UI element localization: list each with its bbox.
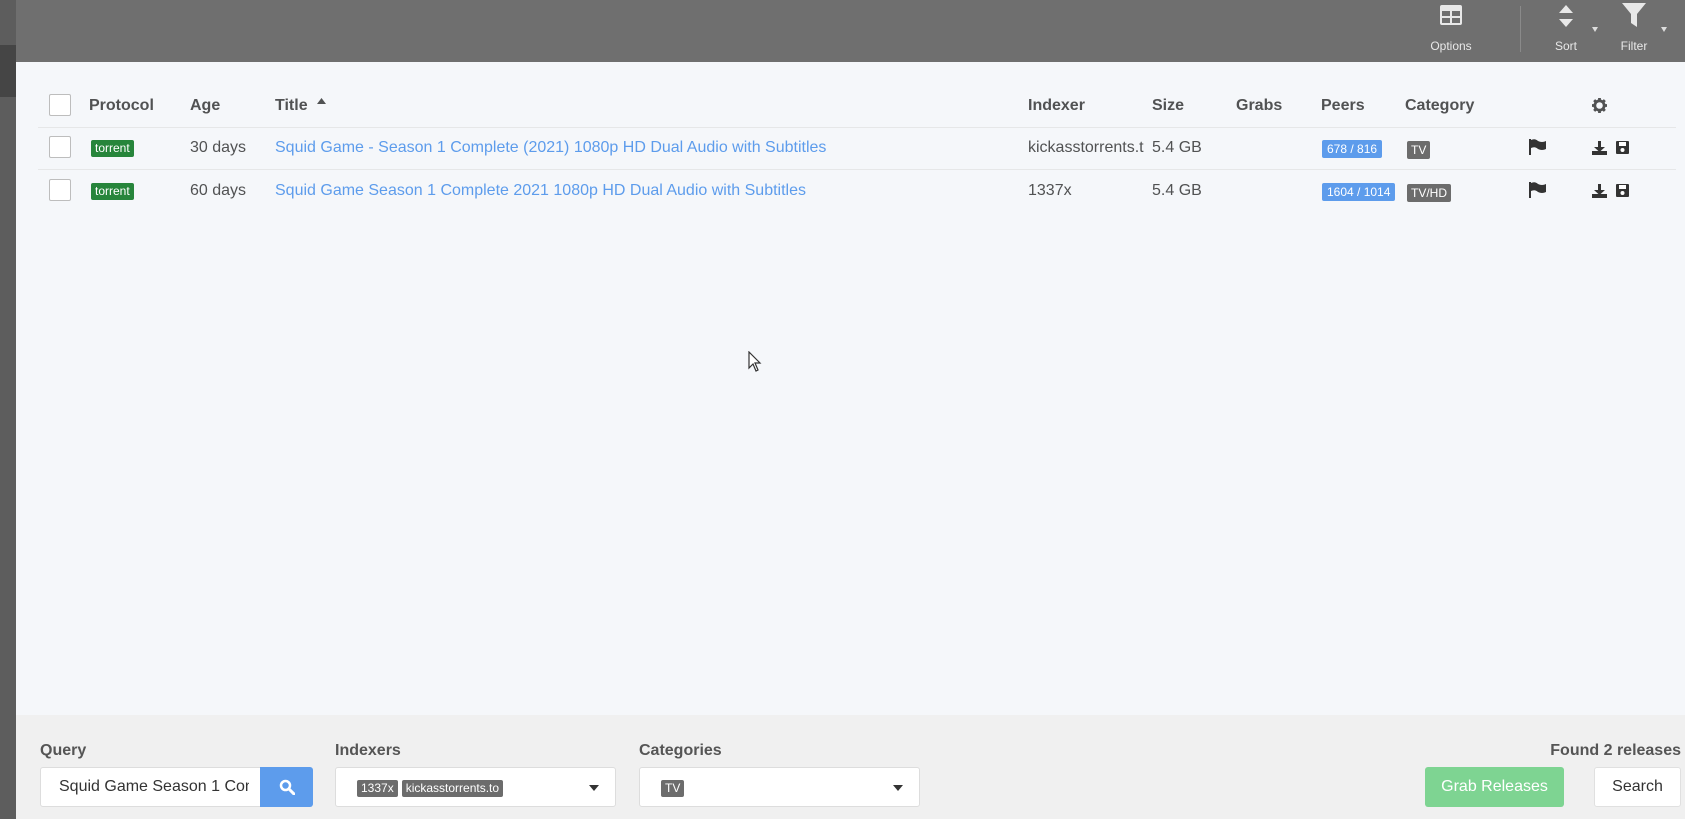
options-label: Options	[1430, 39, 1472, 53]
categories-select[interactable]: TV	[639, 767, 920, 807]
peers-badge: 1604 / 1014	[1322, 183, 1396, 201]
report-flag-icon[interactable]	[1529, 182, 1546, 198]
table-options-icon	[1440, 5, 1462, 25]
row-checkbox[interactable]	[49, 136, 71, 158]
protocol-badge: torrent	[91, 183, 134, 200]
indexers-chevron-down-icon	[589, 785, 599, 791]
row-size: 5.4 GB	[1152, 139, 1202, 156]
header-age[interactable]: Age	[190, 97, 220, 115]
row-indexer: 1337x	[1028, 182, 1072, 199]
page-toolbar: Options Sort Filter	[16, 0, 1685, 62]
row-age: 60 days	[190, 182, 247, 199]
sort-icon	[1559, 5, 1573, 27]
save-icon[interactable]	[1616, 141, 1629, 154]
sidebar-active-marker	[0, 45, 16, 97]
header-category[interactable]: Category	[1405, 97, 1474, 115]
categories-chevron-down-icon	[893, 785, 903, 791]
download-icon[interactable]	[1592, 141, 1607, 155]
header-grabs[interactable]: Grabs	[1236, 97, 1282, 115]
query-label: Query	[40, 742, 87, 759]
category-chip: TV	[661, 780, 685, 797]
header-indexer[interactable]: Indexer	[1028, 97, 1085, 115]
header-peers[interactable]: Peers	[1321, 97, 1365, 115]
search-footer: Query Squid Game Season 1 Complete Index…	[16, 715, 1685, 819]
options-button[interactable]: Options	[1416, 0, 1486, 62]
indexer-chip: kickasstorrents.to	[401, 780, 504, 797]
release-title-link[interactable]: Squid Game Season 1 Complete 2021 1080p …	[275, 182, 1015, 200]
category-badge: TV	[1407, 141, 1431, 159]
sort-chevron-down-icon[interactable]	[1592, 27, 1598, 32]
sort-ascending-icon	[317, 98, 326, 104]
peers-badge: 678 / 816	[1322, 140, 1383, 158]
row-size: 5.4 GB	[1152, 182, 1202, 199]
report-flag-icon[interactable]	[1529, 139, 1546, 155]
query-input[interactable]: Squid Game Season 1 Complete	[40, 767, 262, 807]
toolbar-separator	[1520, 6, 1521, 52]
mouse-cursor-icon	[748, 351, 762, 372]
header-size[interactable]: Size	[1152, 97, 1184, 115]
left-sidebar-edge	[0, 0, 16, 819]
row-age: 30 days	[190, 139, 247, 156]
filter-chevron-down-icon[interactable]	[1661, 27, 1667, 32]
indexers-label: Indexers	[335, 742, 401, 759]
row-checkbox[interactable]	[49, 179, 71, 201]
release-title-link[interactable]: Squid Game - Season 1 Complete (2021) 10…	[275, 139, 1015, 157]
table-settings-gear-icon[interactable]	[1592, 98, 1607, 113]
category-badge: TV/HD	[1407, 184, 1451, 202]
query-value: Squid Game Season 1 Complete	[59, 778, 249, 795]
header-protocol[interactable]: Protocol	[89, 97, 154, 115]
query-search-button[interactable]	[260, 767, 313, 807]
protocol-badge: torrent	[91, 140, 134, 157]
found-releases-count: Found 2 releases	[1550, 742, 1681, 759]
sort-label: Sort	[1554, 39, 1577, 53]
filter-button[interactable]: Filter	[1612, 0, 1656, 62]
save-icon[interactable]	[1616, 184, 1629, 197]
row-indexer: kickasstorrents.to	[1028, 139, 1144, 156]
search-button[interactable]: Search	[1594, 767, 1681, 807]
header-title[interactable]: Title	[275, 97, 308, 115]
categories-label: Categories	[639, 742, 722, 759]
filter-label: Filter	[1620, 39, 1648, 53]
search-icon	[279, 779, 295, 795]
indexers-select[interactable]: 1337x kickasstorrents.to	[335, 767, 616, 807]
grab-releases-button[interactable]: Grab Releases	[1425, 767, 1564, 807]
filter-icon	[1622, 3, 1646, 27]
sort-button[interactable]: Sort	[1544, 0, 1588, 62]
select-all-checkbox[interactable]	[49, 94, 71, 116]
download-icon[interactable]	[1592, 184, 1607, 198]
indexer-chip: 1337x	[357, 780, 398, 797]
